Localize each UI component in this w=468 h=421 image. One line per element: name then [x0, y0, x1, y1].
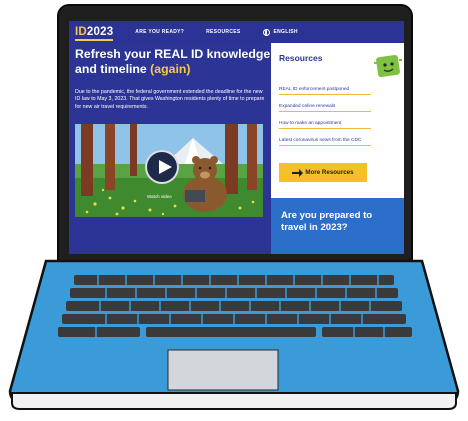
resource-link-appointment[interactable]: How to make an appointment	[279, 121, 371, 129]
laptop-illustration: ID2023 ARE YOU READY? RESOURCES ENGLISH …	[0, 0, 468, 421]
id-card-mascot-icon	[374, 54, 402, 78]
resource-link-renewals[interactable]: Expanded online renewals	[279, 104, 371, 112]
resource-link-cdc[interactable]: Latest coronavirus news from the CDC	[279, 138, 371, 146]
resource-link-enforcement[interactable]: REAL ID enforcement postponed	[279, 87, 371, 95]
laptop-screen: ID2023 ARE YOU READY? RESOURCES ENGLISH …	[69, 21, 404, 254]
logo-prefix: ID	[75, 26, 87, 38]
resources-title: Resources	[279, 53, 323, 63]
hero-body: Due to the pandemic, the federal governm…	[75, 89, 265, 110]
laptop-base	[8, 259, 460, 410]
nav-are-you-ready[interactable]: ARE YOU READY?	[135, 29, 184, 35]
logo-suffix: 2023	[86, 26, 114, 38]
nav-resources[interactable]: RESOURCES	[206, 29, 240, 35]
watch-video-label: Watch video	[147, 194, 172, 199]
travel-promo-text: Are you prepared to travel in 2023?	[281, 210, 373, 233]
more-resources-button[interactable]: More Resources	[279, 163, 367, 182]
more-resources-label: More Resources	[305, 169, 354, 176]
nav-language[interactable]: ENGLISH	[262, 28, 298, 36]
nav-language-label: ENGLISH	[273, 29, 298, 35]
video-thumbnail[interactable]: Watch video	[75, 124, 263, 217]
headline-highlight: (again)	[150, 62, 191, 76]
site-nav: ID2023 ARE YOU READY? RESOURCES ENGLISH	[69, 21, 404, 43]
globe-icon	[262, 28, 270, 36]
resources-panel: Resources REAL ID enforcement postponed …	[271, 43, 404, 200]
site-logo[interactable]: ID2023	[75, 26, 114, 41]
play-icon[interactable]	[145, 150, 179, 184]
arrow-right-icon	[292, 168, 304, 177]
hero-headline: Refresh your REAL ID knowledge and timel…	[75, 47, 271, 77]
travel-promo[interactable]: Are you prepared to travel in 2023?	[271, 198, 404, 254]
